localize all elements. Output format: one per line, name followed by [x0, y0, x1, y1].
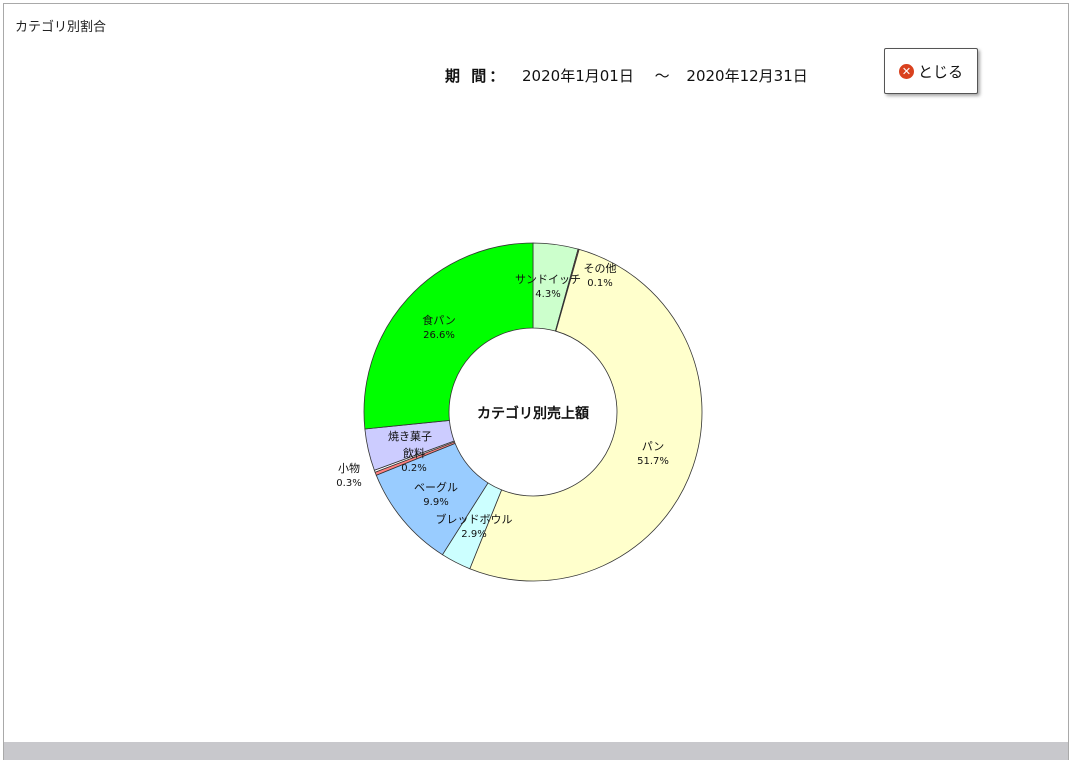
- slice-percent-label: 51.7%: [637, 456, 669, 467]
- slice-percent-label: 0.1%: [587, 278, 612, 289]
- chart-center-title: カテゴリ別売上額: [477, 405, 589, 422]
- slice-name-label: 飲料: [403, 446, 425, 460]
- slice-percent-label: 26.6%: [423, 330, 455, 341]
- slice-name-label: ベーグル: [414, 480, 458, 494]
- slice-percent-label: 9.9%: [423, 497, 448, 508]
- slice-percent-label: 2.9%: [461, 529, 486, 540]
- slice-name-label: 小物: [338, 461, 360, 475]
- slice-name-label: 食パン: [422, 313, 456, 327]
- slice-percent-label: 0.2%: [401, 463, 426, 474]
- status-bar: [4, 742, 1068, 760]
- slice-name-label: ブレッドボウル: [436, 512, 513, 526]
- slice-percent-label: 4.3%: [535, 289, 560, 300]
- slice-name-label: その他: [584, 262, 617, 275]
- category-donut-chart: サンドイッチ 4.3% その他 0.1% パン 51.7% ブレッドボウル 2.9% ベーグル 9…: [336, 242, 703, 582]
- slice-name-label: 焼き菓子: [388, 430, 432, 443]
- slice-name-label: サンドイッチ: [515, 273, 581, 286]
- slice-percent-label: 0.3%: [336, 478, 361, 489]
- slice-name-label: パン: [642, 440, 665, 453]
